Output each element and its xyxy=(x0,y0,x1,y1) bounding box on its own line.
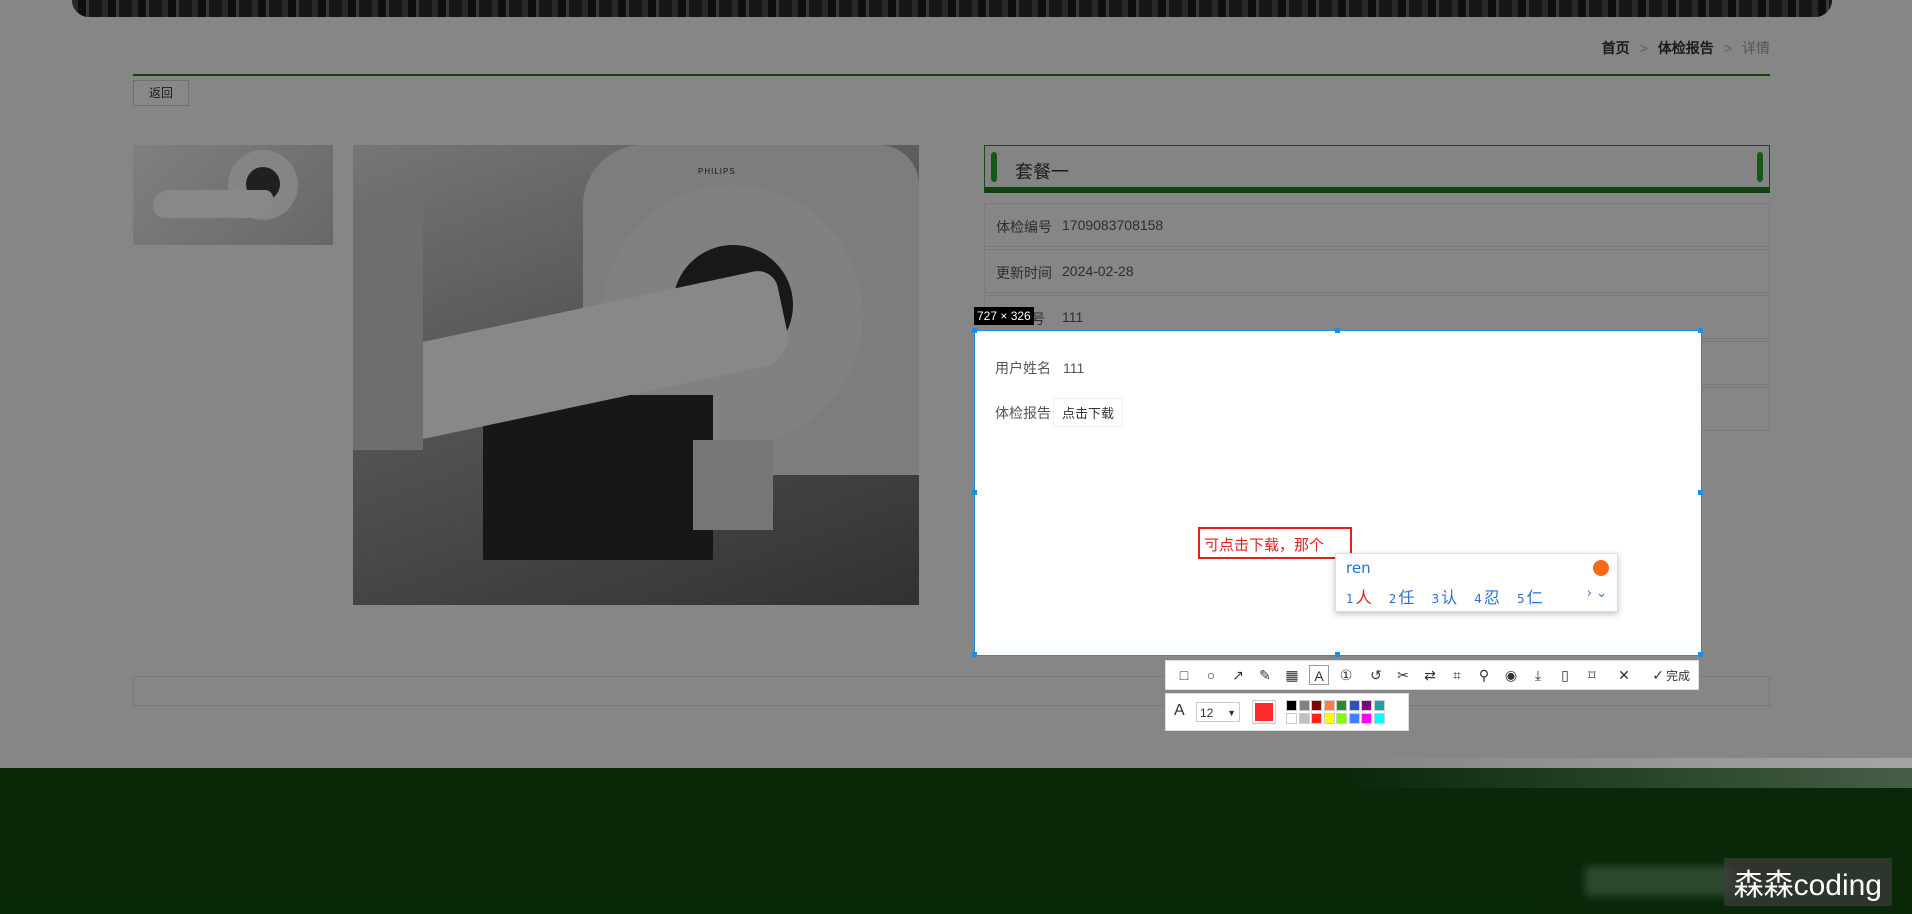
color-swatch[interactable] xyxy=(1286,700,1297,711)
screenshot-toolbar: □ ○ ↗ ✎ ▦ A ① ↺ ✂ ⇄ ⌗ ⚲ ◉ ⤓ ▯ ⌑ ✕ ✓ 完成 xyxy=(1165,660,1699,690)
done-button[interactable]: ✓ 完成 xyxy=(1652,667,1690,684)
candidate-text: 仁 xyxy=(1526,588,1543,607)
color-swatch[interactable] xyxy=(1286,713,1297,724)
user-name-label: 用户姓名 xyxy=(995,360,1051,376)
footer-fade xyxy=(1340,758,1912,788)
done-label: 完成 xyxy=(1665,669,1690,683)
candidate-number: 2 xyxy=(1388,592,1397,606)
color-swatch[interactable] xyxy=(1348,700,1360,711)
candidate-text: 忍 xyxy=(1483,588,1500,607)
color-swatch[interactable] xyxy=(1361,700,1372,711)
ime-candidate[interactable]: 5仁 xyxy=(1517,588,1543,607)
color-swatch[interactable] xyxy=(1373,713,1385,724)
ime-logo-icon[interactable] xyxy=(1593,560,1609,576)
color-swatch[interactable] xyxy=(1311,713,1322,724)
close-icon[interactable]: ✕ xyxy=(1614,665,1634,685)
resize-handle-e[interactable] xyxy=(1698,490,1703,495)
mosaic-icon[interactable]: ▦ xyxy=(1282,665,1302,685)
candidate-number: 5 xyxy=(1517,592,1525,606)
arrow-icon[interactable]: ↗ xyxy=(1228,665,1248,685)
long-screenshot-icon[interactable]: ▯ xyxy=(1555,665,1575,685)
ime-candidate[interactable]: 2任 xyxy=(1389,588,1415,607)
undo-icon[interactable]: ↺ xyxy=(1366,665,1386,685)
blurred-watermark xyxy=(1585,866,1735,896)
text-annotation[interactable]: 可点击下载，那个 xyxy=(1198,527,1352,559)
candidate-text: 人 xyxy=(1355,588,1372,607)
record-icon[interactable]: ◉ xyxy=(1501,665,1521,685)
cut-icon[interactable]: ✂ xyxy=(1393,665,1413,685)
color-swatch[interactable] xyxy=(1298,713,1310,724)
user-name-value: 111 xyxy=(1063,360,1085,376)
resize-handle-n[interactable] xyxy=(1335,328,1340,333)
color-swatch[interactable] xyxy=(1336,713,1347,724)
resize-handle-nw[interactable] xyxy=(972,328,977,333)
check-icon: ✓ xyxy=(1652,667,1664,683)
ime-candidate-window[interactable]: ren 1人 2任 3认 4忍 5仁 › ⌄ xyxy=(1335,553,1618,612)
report-row: 体检报告 点击下载 xyxy=(995,398,1124,427)
color-swatch[interactable] xyxy=(1361,713,1372,724)
report-label: 体检报告 xyxy=(995,405,1051,421)
candidate-number: 3 xyxy=(1431,592,1440,606)
pencil-icon[interactable]: ✎ xyxy=(1255,665,1275,685)
ime-candidate[interactable]: 3认 xyxy=(1432,588,1458,607)
watermark: 森森coding xyxy=(1723,858,1892,906)
ocr-icon[interactable]: ⌗ xyxy=(1447,665,1467,685)
bookmark-icon[interactable]: ⌑ xyxy=(1582,665,1602,685)
candidate-number: 4 xyxy=(1474,592,1482,606)
user-name-row: 用户姓名 111 xyxy=(995,358,1084,378)
ime-next-page-icon[interactable]: › ⌄ xyxy=(1587,586,1607,601)
candidate-text: 任 xyxy=(1398,588,1415,607)
candidate-number: 1 xyxy=(1346,592,1354,606)
color-swatch[interactable] xyxy=(1311,700,1322,711)
selection-size-label: 727 × 326 xyxy=(974,307,1034,325)
color-swatch[interactable] xyxy=(1336,700,1347,711)
text-style-bar: A 12 ▼ xyxy=(1165,693,1409,731)
ime-candidate[interactable]: 4忍 xyxy=(1474,588,1500,607)
candidate-text: 认 xyxy=(1441,588,1458,607)
color-swatch[interactable] xyxy=(1323,713,1335,724)
save-icon[interactable]: ⤓ xyxy=(1528,665,1548,685)
resize-handle-s[interactable] xyxy=(1335,652,1340,657)
resize-handle-ne[interactable] xyxy=(1698,328,1703,333)
pin-icon[interactable]: ⚲ xyxy=(1474,665,1494,685)
translate-icon[interactable]: ⇄ xyxy=(1420,665,1440,685)
color-swatch[interactable] xyxy=(1348,713,1360,724)
color-swatch[interactable] xyxy=(1373,700,1385,711)
resize-handle-se[interactable] xyxy=(1698,652,1703,657)
font-size-value: 12 xyxy=(1200,706,1214,720)
text-icon[interactable]: A xyxy=(1309,665,1329,685)
ime-candidate[interactable]: 1人 xyxy=(1346,588,1372,607)
ime-pinyin: ren xyxy=(1346,559,1371,577)
font-icon: A xyxy=(1174,702,1185,719)
current-color-swatch[interactable] xyxy=(1252,700,1276,724)
rectangle-icon[interactable]: □ xyxy=(1174,665,1194,685)
ime-candidates: 1人 2任 3认 4忍 5仁 xyxy=(1346,584,1555,608)
chevron-down-icon: ▼ xyxy=(1227,708,1236,718)
color-swatch[interactable] xyxy=(1298,700,1310,711)
resize-handle-w[interactable] xyxy=(972,490,977,495)
download-button[interactable]: 点击下载 xyxy=(1053,398,1124,427)
color-swatch[interactable] xyxy=(1323,700,1335,711)
ellipse-icon[interactable]: ○ xyxy=(1201,665,1221,685)
serial-number-icon[interactable]: ① xyxy=(1336,665,1356,685)
font-size-select[interactable]: 12 ▼ xyxy=(1196,702,1240,722)
resize-handle-sw[interactable] xyxy=(972,652,977,657)
